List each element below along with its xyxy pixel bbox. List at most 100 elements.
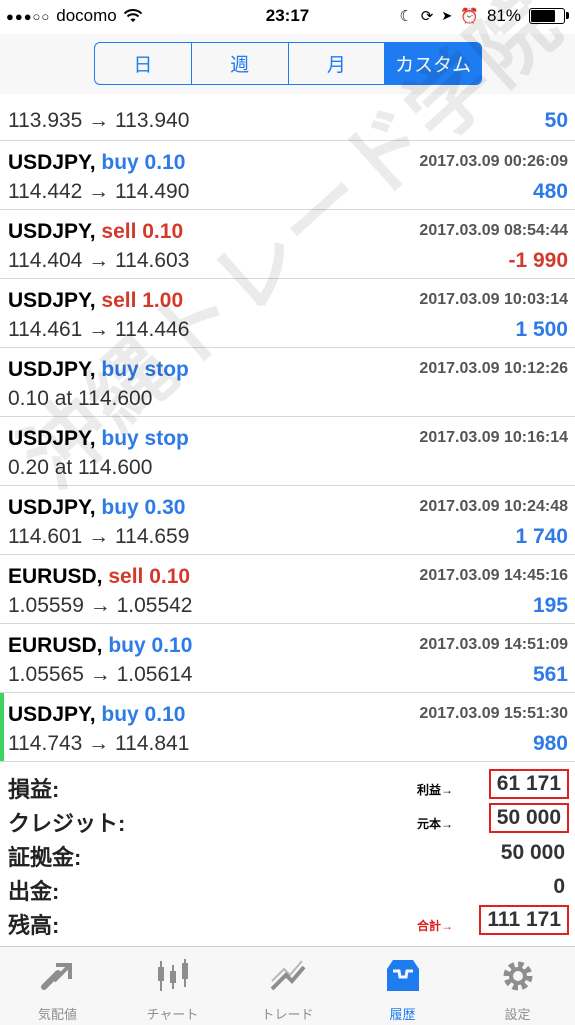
- trade-profit: 561: [532, 663, 568, 686]
- trade-time: 2017.03.09 14:51:09: [419, 636, 568, 653]
- summary-deposit-row: 証拠金: 50 000: [0, 838, 575, 872]
- trade-profit: 1 740: [515, 525, 568, 548]
- trade-type: sell 0.10: [101, 220, 184, 243]
- summary-credit-row: クレジット: 元本→ 50 000: [0, 803, 575, 838]
- trade-symbol: USDJPY,: [8, 151, 96, 174]
- deposit-label: 証拠金:: [8, 845, 82, 870]
- segment-0[interactable]: 日: [95, 43, 192, 84]
- trade-row[interactable]: USDJPY, buy 0.10 2017.03.09 00:26:09 114.4…: [0, 141, 575, 210]
- trade-symbol: EURUSD,: [8, 565, 103, 588]
- trade-row[interactable]: USDJPY, buy 0.30 2017.03.09 10:24:48 114.6…: [0, 486, 575, 555]
- tab-label: チャート: [146, 1007, 199, 1022]
- location-icon: ➤: [441, 8, 453, 23]
- trade-symbol: USDJPY,: [8, 427, 96, 450]
- trade-time: 2017.03.09 14:45:16: [419, 567, 568, 584]
- trade-row[interactable]: USDJPY, buy 0.10 2017.03.09 15:51:30 114.7…: [0, 693, 575, 762]
- trade-title: USDJPY, buy stop: [8, 427, 189, 451]
- trade-profit: -1 990: [508, 249, 568, 272]
- summary-balance-row: 残高: 合計→ 111 171: [0, 905, 575, 940]
- credit-value: 50 000: [488, 803, 569, 833]
- withdrawal-label: 出金:: [8, 879, 60, 904]
- trade-type: buy 0.30: [101, 496, 186, 519]
- tab-quotes[interactable]: 気配値: [0, 947, 115, 1025]
- period-selector-bar: 日週月カスタム: [0, 34, 575, 94]
- trade-profit: 50: [544, 109, 568, 132]
- summary-withdrawal-row: 出金: 0: [0, 872, 575, 906]
- trade-title: USDJPY, buy 0.10: [8, 151, 185, 175]
- trade-price: 114.601 → 114.659: [8, 525, 190, 548]
- segment-2[interactable]: 月: [289, 43, 386, 84]
- tab-trade[interactable]: トレード: [230, 947, 345, 1025]
- tab-chart[interactable]: チャート: [115, 947, 230, 1025]
- trade-row[interactable]: USDJPY, sell 1.00 2017.03.09 10:03:14 114.…: [0, 279, 575, 348]
- tab-label: 気配値: [37, 1007, 77, 1022]
- trade-symbol: EURUSD,: [8, 634, 103, 657]
- trade-price: 113.935 → 113.940: [8, 109, 190, 132]
- trade-profit: 480: [532, 180, 568, 203]
- trade-row[interactable]: USDJPY, buy stop 2017.03.09 10:12:26 0.10 …: [0, 348, 575, 417]
- alarm-icon: ⏰: [460, 8, 479, 25]
- trade-type: buy 0.10: [101, 703, 186, 726]
- trade-title: USDJPY, buy 0.30: [8, 496, 185, 520]
- quotes-icon: [38, 957, 78, 1004]
- trade-price: 0.10 at 114.600: [8, 387, 153, 410]
- trade-symbol: USDJPY,: [8, 358, 96, 381]
- period-segmented-control: 日週月カスタム: [94, 42, 482, 85]
- moon-icon: ☾: [399, 8, 413, 25]
- tab-label: 設定: [504, 1007, 531, 1022]
- trade-type: buy stop: [101, 427, 189, 450]
- trade-time: 2017.03.09 10:12:26: [419, 360, 568, 377]
- trade-title: EURUSD, buy 0.10: [8, 634, 192, 658]
- trade-title: USDJPY, sell 0.10: [8, 220, 183, 244]
- balance-annotation: 合計→: [417, 919, 454, 933]
- trade-symbol: USDJPY,: [8, 289, 96, 312]
- trade-time: 2017.03.09 00:26:09: [419, 153, 568, 170]
- credit-label: クレジット:: [8, 811, 126, 836]
- history-icon: [383, 957, 423, 1004]
- profit-annotation: 利益→: [417, 783, 454, 797]
- trade-symbol: USDJPY,: [8, 220, 96, 243]
- trade-price: 1.05565 → 1.05614: [8, 663, 193, 686]
- trade-icon: [268, 957, 308, 1004]
- trade-price: 114.442 → 114.490: [8, 180, 190, 203]
- status-bar: ●●●○○ docomo 23:17 ☾ ⟳ ➤ ⏰ 81%: [0, 0, 575, 34]
- battery-icon: [529, 8, 569, 24]
- deposit-value: 50 000: [500, 841, 565, 864]
- trade-title: USDJPY, buy 0.10: [8, 703, 185, 727]
- trade-row[interactable]: EURUSD, sell 0.10 2017.03.09 14:45:16 1.05…: [0, 555, 575, 624]
- battery-percent: 81%: [486, 6, 521, 25]
- trade-title: USDJPY, buy stop: [8, 358, 189, 382]
- trade-profit: 980: [532, 732, 568, 755]
- balance-value: 111 171: [479, 905, 569, 935]
- trade-row[interactable]: 113.935 → 113.940 50: [0, 94, 575, 141]
- trade-profit: 195: [532, 594, 568, 617]
- trade-profit: 1 500: [515, 318, 568, 341]
- summary-profit-row: 損益: 利益→ 61 171: [0, 769, 575, 804]
- trade-price: 114.404 → 114.603: [8, 249, 190, 272]
- rotation-lock-icon: ⟳: [420, 8, 434, 25]
- tab-settings[interactable]: 設定: [460, 947, 575, 1025]
- history-list[interactable]: 113.935 → 113.940 50 USDJPY, buy 0.10 2017.…: [0, 94, 575, 762]
- trade-time: 2017.03.09 08:54:44: [419, 222, 568, 239]
- trade-row[interactable]: EURUSD, buy 0.10 2017.03.09 14:51:09 1.055…: [0, 624, 575, 693]
- trade-price: 1.05559 → 1.05542: [8, 594, 193, 617]
- trade-price: 114.743 → 114.841: [8, 732, 190, 755]
- tab-history[interactable]: 履歴: [345, 947, 460, 1025]
- trade-type: sell 1.00: [101, 289, 184, 312]
- profit-value: 61 171: [488, 769, 569, 799]
- trade-row[interactable]: USDJPY, buy stop 2017.03.09 10:16:14 0.20 …: [0, 417, 575, 486]
- tab-bar: 気配値 チャート トレード 履歴 設定: [0, 946, 575, 1025]
- trade-title: EURUSD, sell 0.10: [8, 565, 190, 589]
- chart-icon: [153, 957, 193, 1004]
- segment-1[interactable]: 週: [192, 43, 289, 84]
- tab-label: 履歴: [389, 1007, 416, 1022]
- segment-3[interactable]: カスタム: [385, 43, 481, 84]
- trade-type: buy 0.10: [101, 151, 186, 174]
- trade-symbol: USDJPY,: [8, 496, 96, 519]
- trade-time: 2017.03.09 10:24:48: [419, 498, 568, 515]
- trade-row[interactable]: USDJPY, sell 0.10 2017.03.09 08:54:44 114.…: [0, 210, 575, 279]
- battery-fill: [531, 10, 556, 22]
- status-right: ☾ ⟳ ➤ ⏰ 81%: [399, 6, 569, 26]
- trade-symbol: USDJPY,: [8, 703, 96, 726]
- withdrawal-value: 0: [553, 875, 565, 898]
